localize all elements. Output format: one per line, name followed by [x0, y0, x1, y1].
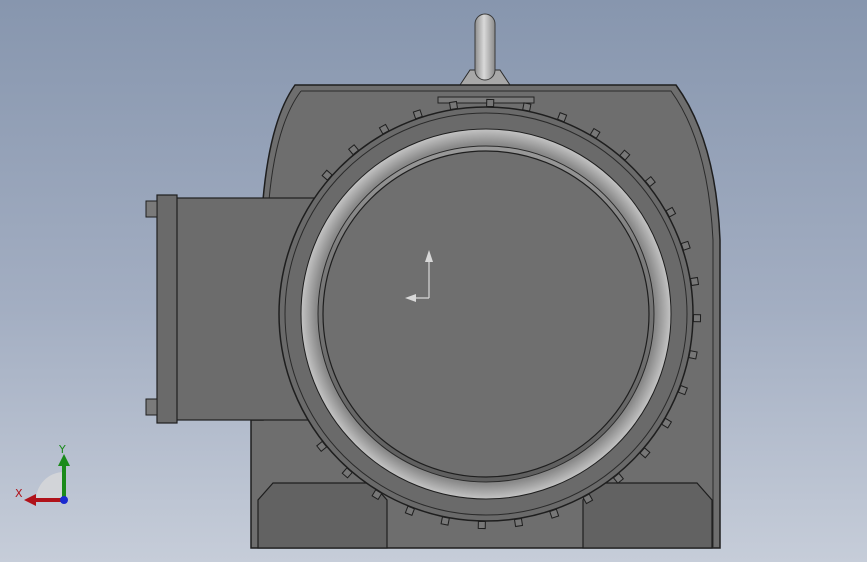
- triad-plane-shade: [36, 472, 64, 500]
- bolt-head: [477, 520, 486, 530]
- y-axis-label: Y: [58, 443, 66, 456]
- z-axis-dot: [60, 496, 68, 504]
- x-axis-label: X: [15, 487, 23, 500]
- lifting-eye: [457, 13, 513, 89]
- x-axis-head: [24, 494, 36, 506]
- cad-graphics-viewport[interactable]: Y X: [0, 0, 867, 562]
- bolt-head: [689, 276, 700, 287]
- output-flange: [278, 106, 694, 522]
- reference-triad: Y X: [15, 443, 70, 506]
- bolt-head: [513, 517, 524, 528]
- bolt-head: [692, 314, 702, 323]
- bolt-head: [486, 98, 495, 108]
- bolt-head: [448, 100, 459, 111]
- gearbox-model[interactable]: [0, 0, 867, 562]
